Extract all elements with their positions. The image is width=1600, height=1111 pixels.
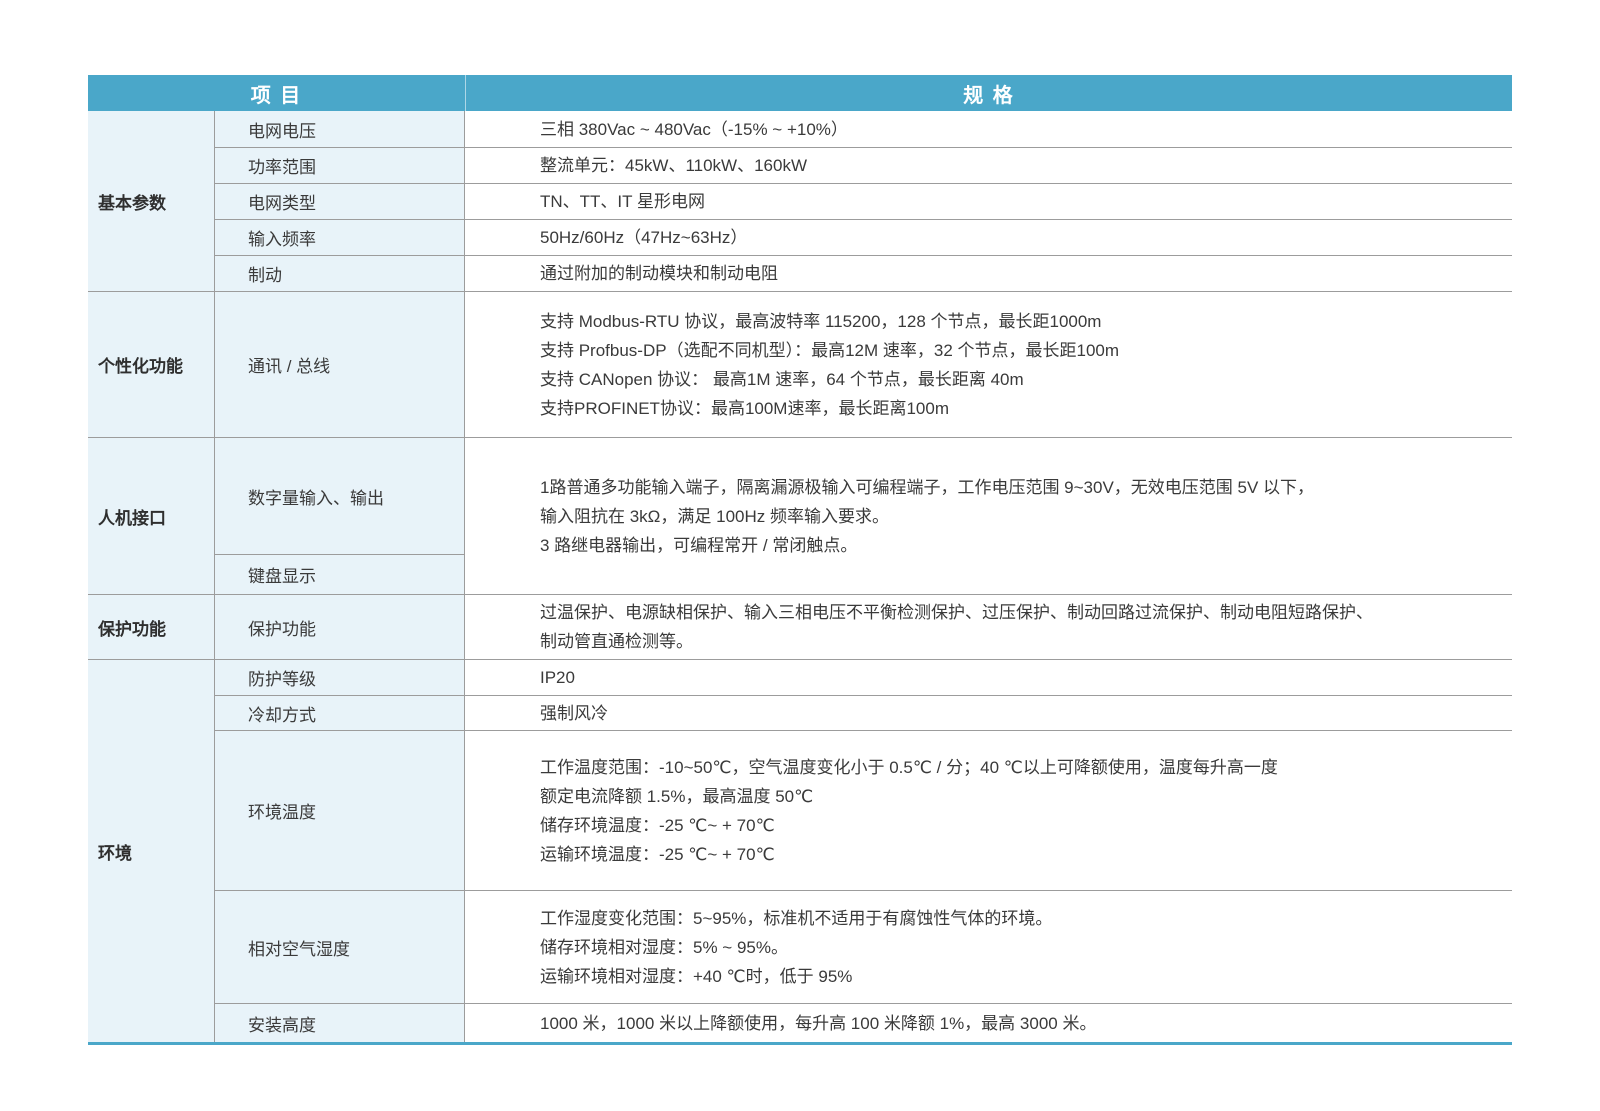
table-row: 环境温度 工作温度范围：-10~50℃，空气温度变化小于 0.5℃ / 分；40…	[215, 730, 1512, 890]
item-cell: 相对空气湿度	[215, 891, 465, 1003]
spec-line: 整流单元：45kW、110kW、160kW	[540, 151, 1492, 180]
spec-cell: 通过附加的制动模块和制动电阻	[465, 256, 1512, 291]
spec-line: 工作温度范围：-10~50℃，空气温度变化小于 0.5℃ / 分；40 ℃以上可…	[540, 753, 1492, 782]
spec-line: 额定电流降额 1.5%，最高温度 50℃	[540, 782, 1492, 811]
spec-cell: TN、TT、IT 星形电网	[465, 184, 1512, 219]
table-row: 安装高度 1000 米，1000 米以上降额使用，每升高 100 米降额 1%，…	[215, 1003, 1512, 1042]
group-custom-functions: 个性化功能 通讯 / 总线 支持 Modbus-RTU 协议，最高波特率 115…	[88, 291, 1512, 437]
item-cell: 制动	[215, 256, 465, 291]
spec-line: 储存环境温度：-25 ℃~ + 70℃	[540, 811, 1492, 840]
group-label: 人机接口	[88, 438, 215, 594]
spec-line: 三相 380Vac ~ 480Vac（-15% ~ +10%）	[540, 115, 1492, 144]
spec-cell: 50Hz/60Hz（47Hz~63Hz）	[465, 220, 1512, 255]
table-row: 冷却方式 强制风冷	[215, 695, 1512, 730]
item-stack: 数字量输入、输出 键盘显示	[215, 438, 465, 594]
table-row: 电网类型 TN、TT、IT 星形电网	[215, 183, 1512, 219]
spec-line: 强制风冷	[540, 699, 1492, 728]
item-cell: 电网类型	[215, 184, 465, 219]
group-label: 基本参数	[88, 111, 215, 291]
spec-line: 1路普通多功能输入端子，隔离漏源极输入可编程端子，工作电压范围 9~30V，无效…	[540, 473, 1492, 502]
spec-line: 输入阻抗在 3kΩ，满足 100Hz 频率输入要求。	[540, 502, 1492, 531]
spec-cell: 过温保护、电源缺相保护、输入三相电压不平衡检测保护、过压保护、制动回路过流保护、…	[465, 595, 1512, 659]
spec-line: 工作湿度变化范围：5~95%，标准机不适用于有腐蚀性气体的环境。	[540, 904, 1492, 933]
spec-cell: 支持 Modbus-RTU 协议，最高波特率 115200，128 个节点，最长…	[465, 292, 1512, 437]
item-cell: 安装高度	[215, 1004, 465, 1042]
spec-line: 支持 Profbus-DP（选配不同机型）：最高12M 速率，32 个节点，最长…	[540, 336, 1492, 365]
group-rows: 通讯 / 总线 支持 Modbus-RTU 协议，最高波特率 115200，12…	[215, 292, 1512, 437]
spec-cell: 整流单元：45kW、110kW、160kW	[465, 148, 1512, 183]
spec-line: 支持 Modbus-RTU 协议，最高波特率 115200，128 个节点，最长…	[540, 307, 1492, 336]
item-cell: 防护等级	[215, 660, 465, 695]
group-label: 保护功能	[88, 595, 215, 659]
header-spec-cell: 规 格	[465, 75, 1512, 111]
group-label: 环境	[88, 660, 215, 1042]
spec-line: IP20	[540, 663, 1492, 692]
item-cell: 冷却方式	[215, 696, 465, 730]
group-rows: 防护等级 IP20 冷却方式 强制风冷 环境温度 工作温度范围：-10~50℃，…	[215, 660, 1512, 1042]
table-row: 功率范围 整流单元：45kW、110kW、160kW	[215, 147, 1512, 183]
table-row: 输入频率 50Hz/60Hz（47Hz~63Hz）	[215, 219, 1512, 255]
item-cell: 键盘显示	[215, 554, 464, 594]
product-spec-table: 项 目 规 格 基本参数 电网电压 三相 380Vac ~ 480Vac（-15…	[88, 75, 1512, 1045]
item-cell: 数字量输入、输出	[215, 438, 464, 554]
item-cell: 功率范围	[215, 148, 465, 183]
spec-line: 1000 米，1000 米以上降额使用，每升高 100 米降额 1%，最高 30…	[540, 1009, 1492, 1038]
spec-line: 运输环境相对湿度：+40 ℃时，低于 95%	[540, 962, 1492, 991]
spec-cell: 1路普通多功能输入端子，隔离漏源极输入可编程端子，工作电压范围 9~30V，无效…	[465, 438, 1512, 594]
spec-line: 50Hz/60Hz（47Hz~63Hz）	[540, 223, 1492, 252]
spec-line: 支持PROFINET协议：最高100M速率，最长距离100m	[540, 394, 1492, 423]
spec-line: 运输环境温度：-25 ℃~ + 70℃	[540, 840, 1492, 869]
group-label: 个性化功能	[88, 292, 215, 437]
item-cell: 通讯 / 总线	[215, 292, 465, 437]
group-basic-params: 基本参数 电网电压 三相 380Vac ~ 480Vac（-15% ~ +10%…	[88, 111, 1512, 291]
spec-line: 支持 CANopen 协议： 最高1M 速率，64 个节点，最长距离 40m	[540, 365, 1492, 394]
spec-line: 储存环境相对湿度：5% ~ 95%。	[540, 933, 1492, 962]
spec-line: 3 路继电器输出，可编程常开 / 常闭触点。	[540, 531, 1492, 560]
spec-cell: 强制风冷	[465, 696, 1512, 730]
spec-line: 过温保护、电源缺相保护、输入三相电压不平衡检测保护、过压保护、制动回路过流保护、…	[540, 598, 1492, 627]
table-row: 制动 通过附加的制动模块和制动电阻	[215, 255, 1512, 291]
spec-line: 通过附加的制动模块和制动电阻	[540, 259, 1492, 288]
table-row: 通讯 / 总线 支持 Modbus-RTU 协议，最高波特率 115200，12…	[215, 292, 1512, 437]
item-cell: 保护功能	[215, 595, 465, 659]
item-cell: 环境温度	[215, 731, 465, 890]
table-header-row: 项 目 规 格	[88, 75, 1512, 111]
header-item-cell: 项 目	[88, 75, 465, 111]
group-environment: 环境 防护等级 IP20 冷却方式 强制风冷 环境温度 工作温度范围：-10~5…	[88, 659, 1512, 1042]
table-row: 防护等级 IP20	[215, 660, 1512, 695]
group-rows: 保护功能 过温保护、电源缺相保护、输入三相电压不平衡检测保护、过压保护、制动回路…	[215, 595, 1512, 659]
spec-cell: IP20	[465, 660, 1512, 695]
table-row: 数字量输入、输出 键盘显示 1路普通多功能输入端子，隔离漏源极输入可编程端子，工…	[215, 438, 1512, 594]
spec-line: 制动管直通检测等。	[540, 627, 1492, 656]
spec-cell: 工作温度范围：-10~50℃，空气温度变化小于 0.5℃ / 分；40 ℃以上可…	[465, 731, 1512, 890]
spec-cell: 工作湿度变化范围：5~95%，标准机不适用于有腐蚀性气体的环境。 储存环境相对湿…	[465, 891, 1512, 1003]
group-protection: 保护功能 保护功能 过温保护、电源缺相保护、输入三相电压不平衡检测保护、过压保护…	[88, 594, 1512, 659]
spec-cell: 1000 米，1000 米以上降额使用，每升高 100 米降额 1%，最高 30…	[465, 1004, 1512, 1042]
table-row: 电网电压 三相 380Vac ~ 480Vac（-15% ~ +10%）	[215, 111, 1512, 147]
group-rows: 数字量输入、输出 键盘显示 1路普通多功能输入端子，隔离漏源极输入可编程端子，工…	[215, 438, 1512, 594]
spec-cell: 三相 380Vac ~ 480Vac（-15% ~ +10%）	[465, 111, 1512, 147]
spec-line: TN、TT、IT 星形电网	[540, 187, 1492, 216]
item-cell: 电网电压	[215, 111, 465, 147]
table-row: 保护功能 过温保护、电源缺相保护、输入三相电压不平衡检测保护、过压保护、制动回路…	[215, 595, 1512, 659]
group-hmi: 人机接口 数字量输入、输出 键盘显示 1路普通多功能输入端子，隔离漏源极输入可编…	[88, 437, 1512, 594]
table-row: 相对空气湿度 工作湿度变化范围：5~95%，标准机不适用于有腐蚀性气体的环境。 …	[215, 890, 1512, 1003]
item-cell: 输入频率	[215, 220, 465, 255]
group-rows: 电网电压 三相 380Vac ~ 480Vac（-15% ~ +10%） 功率范…	[215, 111, 1512, 291]
